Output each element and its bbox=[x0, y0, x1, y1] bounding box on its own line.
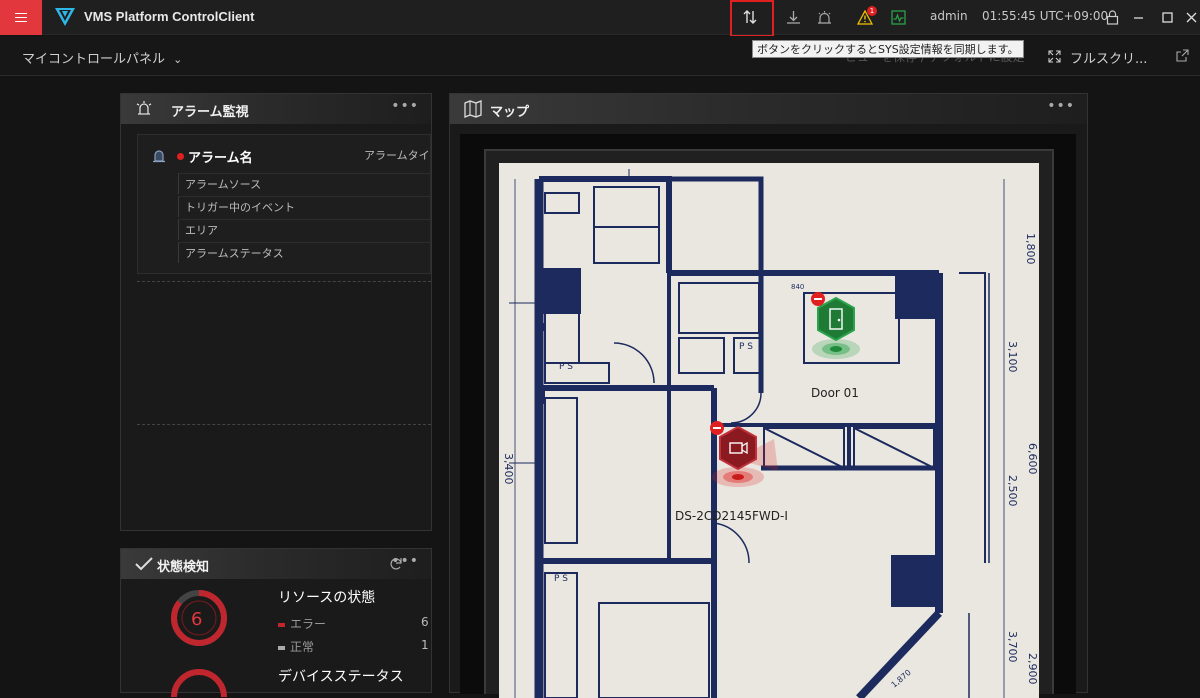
alarm-field-status: アラームステータス bbox=[178, 242, 430, 263]
alarm-entry[interactable]: アラーム名 アラームタイ アラームソース トリガー中のイベント エリア アラーム… bbox=[137, 134, 431, 274]
minimize-icon bbox=[1133, 16, 1143, 19]
legend-normal-label: 正常 bbox=[290, 640, 315, 654]
close-icon bbox=[1186, 12, 1196, 22]
plan-dimension-label: 3,700 bbox=[1006, 631, 1019, 663]
device-status-title: デバイスステータス bbox=[278, 669, 404, 685]
camera-marker-label: DS-2CD2145FWD-I bbox=[675, 509, 788, 523]
siren-icon bbox=[817, 10, 831, 24]
status-card-title: 状態検知 bbox=[157, 560, 210, 575]
alarm-divider bbox=[137, 281, 431, 282]
map-card-more-icon[interactable]: ••• bbox=[1047, 98, 1075, 114]
map-card-header: マップ ••• bbox=[450, 94, 1087, 124]
camera-marker[interactable] bbox=[696, 409, 786, 499]
resource-donut-value: 6 bbox=[191, 609, 203, 630]
normal-swatch bbox=[278, 645, 285, 650]
plan-room-mark: P S bbox=[554, 574, 568, 584]
error-count: 6 bbox=[421, 615, 429, 629]
health-monitor-icon bbox=[890, 9, 906, 25]
alarm-card-header: アラーム監視 ••• bbox=[121, 94, 431, 124]
plan-room-mark: P S bbox=[559, 362, 573, 372]
chevron-down-icon: ⌄ bbox=[173, 53, 183, 66]
resource-status-title: リソースの状態 bbox=[278, 590, 376, 606]
plan-dimension-label: 2,500 bbox=[1006, 475, 1019, 507]
username[interactable]: admin bbox=[930, 9, 968, 23]
alarm-light-button[interactable] bbox=[815, 7, 833, 27]
close-button[interactable] bbox=[1184, 7, 1198, 27]
alarm-divider bbox=[137, 424, 431, 425]
alarm-type-header: アラームタイ bbox=[364, 149, 430, 162]
alarm-field-source: アラームソース bbox=[178, 173, 430, 194]
plan-room-mark: P S bbox=[739, 342, 753, 352]
status-check-icon bbox=[135, 557, 153, 571]
legend-normal: 正常 bbox=[278, 638, 314, 655]
alarm-siren-icon bbox=[153, 150, 165, 163]
alarm-count-badge: 1 bbox=[867, 6, 877, 16]
alarm-field-event: トリガー中のイベント bbox=[178, 196, 430, 217]
status-card-header: 状態検知 ••• bbox=[121, 549, 431, 579]
alarm-card-more-icon[interactable]: ••• bbox=[391, 98, 419, 114]
error-swatch bbox=[278, 622, 285, 627]
map-icon bbox=[464, 100, 482, 118]
sync-highlight-frame bbox=[730, 0, 774, 37]
legend-error: エラー bbox=[278, 615, 326, 632]
map-card-title: マップ bbox=[490, 105, 530, 120]
plan-dimension-label: 1,800 bbox=[1024, 233, 1037, 265]
status-card-more-icon[interactable]: ••• bbox=[391, 553, 419, 569]
plan-dimension-label: 3,100 bbox=[1006, 341, 1019, 373]
lock-icon bbox=[1106, 9, 1118, 25]
alarm-card-title: アラーム監視 bbox=[171, 105, 249, 120]
device-donut-chart bbox=[171, 669, 227, 697]
main-menu-button[interactable] bbox=[0, 0, 42, 35]
maximize-icon bbox=[1161, 11, 1173, 23]
download-button[interactable] bbox=[784, 7, 802, 27]
alarm-bell-icon bbox=[136, 101, 152, 115]
health-monitor-button[interactable] bbox=[889, 7, 907, 27]
map-frame: 1,800 3,100 6,600 2,500 3,700 3,400 2,90… bbox=[484, 149, 1054, 698]
maximize-button[interactable] bbox=[1160, 7, 1174, 27]
legend-error-label: エラー bbox=[290, 617, 327, 631]
door-marker-label: Door 01 bbox=[811, 386, 859, 400]
map-viewport[interactable]: 1,800 3,100 6,600 2,500 3,700 3,400 2,90… bbox=[460, 134, 1076, 698]
alarm-status-dot bbox=[177, 153, 184, 160]
control-panel-selector-label: マイコントロールパネル bbox=[22, 52, 166, 67]
alarm-name-header: アラーム名 bbox=[188, 151, 253, 166]
sync-tooltip: ボタンをクリックするとSYS設定情報を同期します。 bbox=[752, 40, 1024, 58]
title-bar: VMS Platform ControlClient 1 admin 01:55… bbox=[0, 0, 1200, 37]
hamburger-icon bbox=[15, 16, 27, 19]
normal-count: 1 bbox=[421, 638, 429, 652]
door-marker[interactable] bbox=[786, 284, 866, 374]
status-detection-card: 状態検知 ••• 6 リソースの状態 エラー 6 正常 1 デバイスステータス bbox=[120, 548, 432, 697]
minimize-button[interactable] bbox=[1131, 7, 1145, 27]
alarm-field-area: エリア bbox=[178, 219, 430, 240]
control-panel-selector[interactable]: マイコントロールパネル ⌄ bbox=[22, 48, 182, 67]
fullscreen-icon bbox=[1048, 50, 1061, 63]
popout-icon[interactable] bbox=[1176, 49, 1189, 62]
plan-dimension-label: 3,400 bbox=[502, 453, 515, 485]
plan-dimension-label: 2,900 bbox=[1026, 653, 1039, 685]
app-title: VMS Platform ControlClient bbox=[84, 9, 255, 24]
alarm-monitor-card: アラーム監視 ••• アラーム名 アラームタイ アラームソース トリガー中のイベ… bbox=[120, 93, 432, 531]
system-clock: 01:55:45 UTC+09:00 bbox=[982, 9, 1109, 23]
lock-button[interactable] bbox=[1104, 7, 1120, 27]
plan-dimension-label: 6,600 bbox=[1026, 443, 1039, 475]
download-icon bbox=[786, 10, 800, 24]
app-logo-icon bbox=[55, 8, 75, 26]
fullscreen-button[interactable]: フルスクリ... bbox=[1070, 48, 1147, 67]
map-card: マップ ••• 1,800 3,100 6,600 2,500 3,700 3,… bbox=[449, 93, 1088, 698]
